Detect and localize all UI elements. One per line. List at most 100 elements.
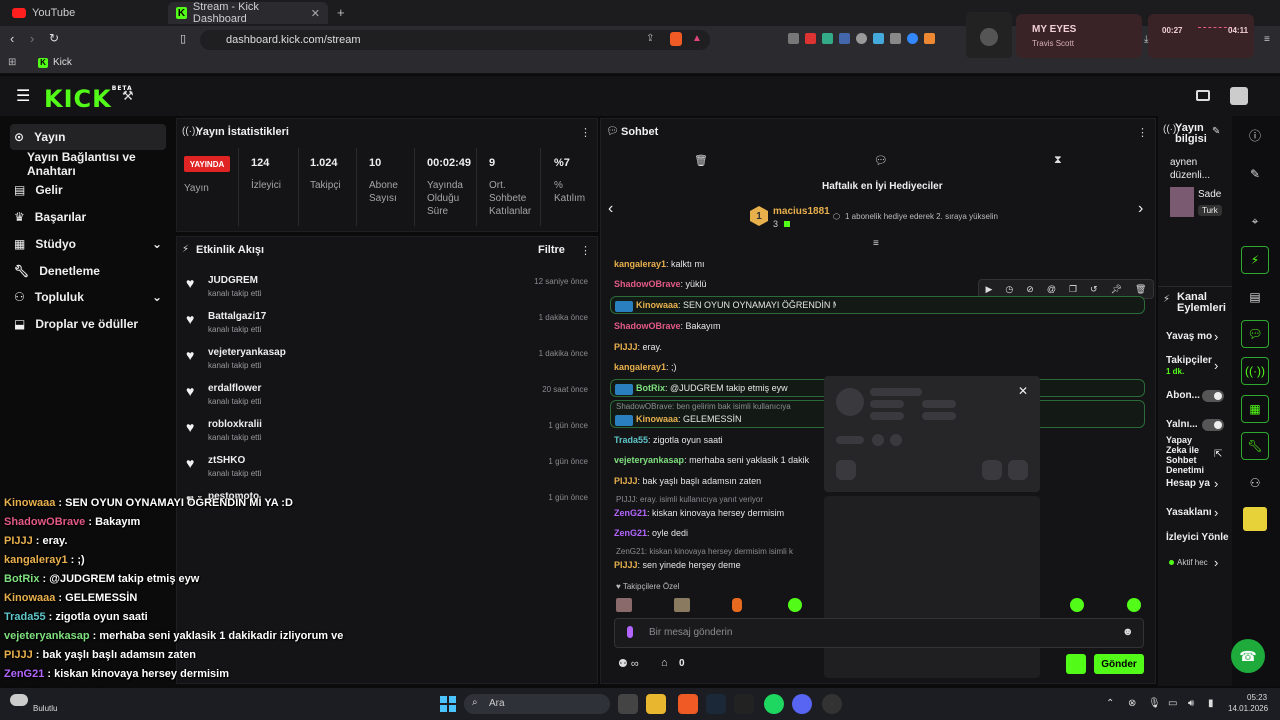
community-icon[interactable]: ⚇ bbox=[1241, 469, 1269, 497]
emote[interactable] bbox=[788, 598, 802, 612]
discord-icon[interactable] bbox=[792, 694, 812, 714]
clock-date[interactable]: 14.01.2026 bbox=[1228, 704, 1268, 713]
subs-mode-toggle[interactable] bbox=[1202, 390, 1224, 402]
send-button[interactable]: Gönder bbox=[1094, 654, 1144, 674]
chat-message[interactable]: ShadowOBrave: yüklü bbox=[614, 279, 814, 289]
kick-emote-button[interactable] bbox=[1066, 654, 1086, 674]
sidebar-item-denetleme[interactable]: 🔧︎ Denetleme bbox=[10, 258, 166, 284]
tray-icon[interactable]: ⊗ bbox=[1128, 698, 1136, 709]
event-username[interactable]: erdalflower bbox=[208, 383, 261, 394]
microphone-icon[interactable] bbox=[627, 626, 633, 638]
list-item[interactable]: ♥ JUDGREM kanalı takip etti 12 saniye önce bbox=[186, 273, 590, 309]
now-playing-card[interactable]: MY EYES Travis Scott bbox=[1016, 14, 1142, 58]
epic-games-icon[interactable] bbox=[734, 694, 754, 714]
bookmark-kick[interactable]: K Kick bbox=[38, 57, 72, 68]
chat-message[interactable]: BotRix: @JUDGREM takip etmiş eyw bbox=[636, 383, 836, 393]
tray-chevron-icon[interactable]: ⌃ bbox=[1106, 698, 1114, 709]
extension-icon[interactable] bbox=[924, 33, 935, 44]
layout-icon[interactable]: ▦ bbox=[1241, 395, 1269, 423]
chat-message[interactable]: PIJJJ: eray. bbox=[614, 342, 814, 352]
mute-icon[interactable]: ⊘ bbox=[1026, 284, 1034, 295]
chat-message[interactable]: ShadowOBrave: Bakayım bbox=[614, 321, 814, 331]
battery-icon[interactable]: ▮ bbox=[1208, 698, 1214, 709]
emoji-icon[interactable]: ☻ bbox=[1122, 626, 1134, 638]
share-icon[interactable]: ⇪ bbox=[646, 33, 654, 44]
extension-icon[interactable] bbox=[822, 33, 833, 44]
weather-icon[interactable] bbox=[10, 694, 28, 706]
mod-view-icon[interactable] bbox=[1196, 90, 1210, 101]
viewer-management-label[interactable]: İzleyici Yönle bbox=[1166, 532, 1229, 543]
chat-message[interactable]: PIJJJ: eray. isimli kullanıcıya yanıt ve… bbox=[616, 495, 816, 504]
menu-icon[interactable]: ≡ bbox=[1264, 34, 1270, 45]
quick-actions-icon[interactable]: ⚡︎ bbox=[1241, 246, 1269, 274]
delete-icon[interactable]: 🗑︎ bbox=[1135, 284, 1146, 295]
kick-logo[interactable]: KICKBETA bbox=[44, 85, 133, 113]
slow-mode-label[interactable]: Yavaş mo bbox=[1166, 331, 1212, 342]
steam-icon[interactable] bbox=[706, 694, 726, 714]
widgets-icon[interactable] bbox=[618, 694, 638, 714]
list-item[interactable]: ♥ robloxkralii kanalı takip etti 1 gün önce bbox=[186, 417, 590, 453]
collapse-icon[interactable]: ≡ bbox=[873, 238, 879, 249]
clock-icon[interactable]: ◷ bbox=[1005, 284, 1013, 295]
broadcast-icon[interactable]: ((·)) bbox=[1241, 357, 1269, 385]
list-item[interactable]: ♥ erdalflower kanalı takip etti 20 saat önc… bbox=[186, 381, 590, 417]
chevron-right-icon[interactable]: › bbox=[1214, 476, 1218, 491]
url-field[interactable]: dashboard.kick.com/stream bbox=[200, 30, 710, 50]
emote-only-toggle[interactable] bbox=[1202, 419, 1224, 431]
extension-icon[interactable] bbox=[788, 33, 799, 44]
microphone-icon[interactable]: 🎙︎ bbox=[1148, 698, 1161, 709]
top-gifter-name[interactable]: macius1881 bbox=[773, 206, 830, 217]
list-item[interactable]: ♥ ztSHKO kanalı takip etti 1 gün önce bbox=[186, 453, 590, 489]
chevron-left-icon[interactable]: ‹ bbox=[608, 200, 613, 218]
chat-message[interactable]: Kinowaaa: GELEMESSİN bbox=[636, 414, 836, 424]
account-age-label[interactable]: Hesap ya bbox=[1166, 478, 1210, 489]
list-item[interactable]: ♥ vejeteryankasap kanalı takip etti 1 dakik… bbox=[186, 345, 590, 381]
info-icon[interactable]: ⓘ bbox=[1241, 121, 1269, 149]
chat-message[interactable]: ZenG21: kiskan kinovaya hersey dermisim bbox=[614, 508, 814, 518]
chat-message[interactable]: Kinowaaa: SEN OYUN OYNAMAYI ÖĞRENDİN Mİ … bbox=[636, 300, 836, 310]
more-icon[interactable]: ⋮ bbox=[580, 126, 591, 139]
hammer-icon[interactable]: ⚒ bbox=[122, 88, 134, 104]
filter-button[interactable]: Filtre bbox=[538, 244, 565, 256]
network-icon[interactable]: ▭ bbox=[1168, 698, 1177, 709]
list-item[interactable]: ♥ Battalgazi17 kanalı takip etti 1 dakika ö… bbox=[186, 309, 590, 345]
document-icon[interactable]: ▤ bbox=[1241, 283, 1269, 311]
ai-moderation-label[interactable]: Yapay Zeka ile Sohbet Denetimi bbox=[1166, 435, 1212, 475]
stream-tag[interactable]: Turk bbox=[1198, 205, 1222, 216]
taskbar-search[interactable] bbox=[464, 694, 610, 714]
tab-youtube[interactable]: YouTube bbox=[4, 2, 164, 24]
media-icon[interactable] bbox=[1243, 507, 1267, 531]
chevron-right-icon[interactable]: › bbox=[1214, 329, 1218, 344]
hamburger-icon[interactable]: ☰ bbox=[16, 86, 30, 106]
bookmark-icon[interactable]: ▯ bbox=[180, 32, 186, 45]
edit-icon[interactable]: ✎ bbox=[1212, 126, 1220, 137]
play-icon[interactable]: ▶ bbox=[986, 284, 993, 295]
chevron-right-icon[interactable]: › bbox=[1214, 555, 1218, 570]
event-username[interactable]: ztSHKO bbox=[208, 455, 245, 466]
clock-time[interactable]: 05:23 bbox=[1247, 693, 1267, 702]
event-username[interactable]: robloxkralii bbox=[208, 419, 262, 430]
pin-icon[interactable]: 📌︎ bbox=[1111, 284, 1122, 295]
emote[interactable] bbox=[674, 598, 690, 612]
store-icon[interactable]: ⌂ bbox=[661, 657, 668, 669]
back-icon[interactable]: ‹ bbox=[10, 31, 14, 46]
followers-mode-label[interactable]: Takipçiler bbox=[1166, 355, 1212, 366]
group-icon[interactable]: ⚉ ∞ bbox=[618, 657, 639, 670]
avatar[interactable] bbox=[1230, 87, 1248, 105]
sidebar-item-yayin[interactable]: ⊙ Yayın bbox=[10, 124, 166, 150]
sidebar-item-basarilar[interactable]: ♛ Başarılar bbox=[10, 204, 166, 230]
apps-icon[interactable]: ⊞ bbox=[8, 57, 16, 68]
chat-bubble-icon[interactable]: 💬︎ bbox=[1241, 320, 1269, 348]
chat-message[interactable]: PIJJJ: bak yaşlı başlı adamsın zaten bbox=[614, 476, 814, 486]
edit-icon[interactable]: ✎ bbox=[1241, 160, 1269, 188]
emote[interactable] bbox=[1070, 598, 1084, 612]
emote[interactable] bbox=[616, 598, 632, 612]
obs-icon[interactable] bbox=[822, 694, 842, 714]
file-explorer-icon[interactable] bbox=[646, 694, 666, 714]
undo-icon[interactable]: ↺ bbox=[1090, 284, 1098, 295]
banned-words-label[interactable]: Yasaklanı bbox=[1166, 507, 1212, 518]
chat-message[interactable]: kangaleray1: kalktı mı bbox=[614, 259, 814, 269]
close-icon[interactable]: ✕ bbox=[311, 7, 320, 20]
trash-icon[interactable]: 🗑︎ bbox=[694, 154, 708, 167]
brave-icon[interactable] bbox=[678, 694, 698, 714]
